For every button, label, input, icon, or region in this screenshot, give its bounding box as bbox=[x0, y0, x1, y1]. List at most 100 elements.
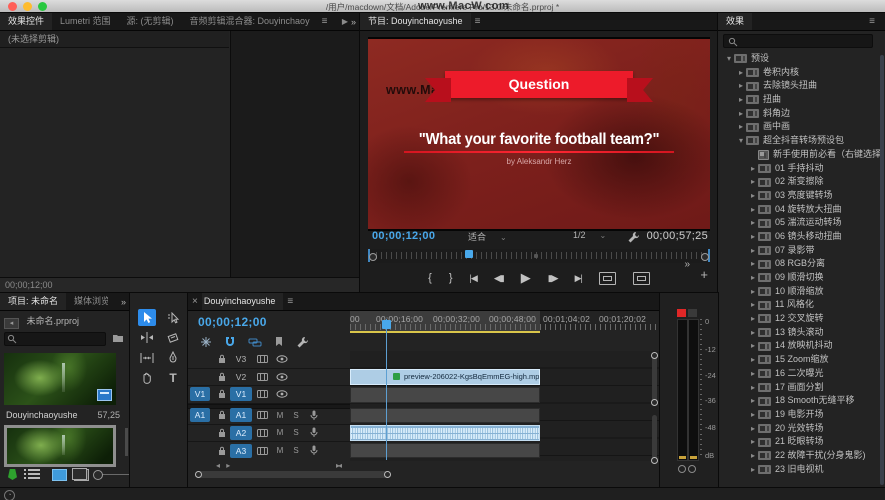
track-lock-icon[interactable] bbox=[214, 354, 230, 364]
track-lock-icon[interactable] bbox=[214, 389, 230, 399]
toggle-track-output-eye-icon[interactable] bbox=[272, 390, 292, 398]
twirl-arrow-icon[interactable] bbox=[748, 381, 758, 395]
go-to-in-button[interactable]: |◀ bbox=[470, 268, 477, 288]
effects-tree-item[interactable]: 04 旋转放大扭曲 bbox=[718, 203, 880, 217]
effects-tree-item[interactable]: 新手使用前必看（右键选择） bbox=[718, 148, 880, 162]
twirl-arrow-icon[interactable] bbox=[748, 244, 758, 258]
clip-v1[interactable] bbox=[350, 387, 540, 403]
video-track-header[interactable]: V1 V1 bbox=[188, 386, 350, 404]
program-scrubber[interactable] bbox=[368, 249, 710, 263]
effects-tree-item[interactable]: 17 画面分割 bbox=[718, 381, 880, 395]
step-back-button[interactable]: ◀▮ bbox=[494, 268, 504, 288]
twirl-arrow-icon[interactable] bbox=[748, 353, 758, 367]
slip-tool[interactable] bbox=[138, 349, 156, 366]
twirl-arrow-icon[interactable] bbox=[748, 189, 758, 203]
video-tracks-scrollbar[interactable] bbox=[652, 353, 657, 405]
effects-tree-item[interactable]: 19 电影开场 bbox=[718, 408, 880, 422]
source-patch-badge[interactable]: V1 bbox=[190, 387, 210, 401]
source-patch-badge[interactable] bbox=[190, 426, 210, 440]
effects-tree-item[interactable]: 01 手持抖动 bbox=[718, 162, 880, 176]
twirl-arrow-icon[interactable] bbox=[736, 66, 746, 80]
folder-icon[interactable] bbox=[112, 333, 124, 343]
add-button-editor[interactable]: + bbox=[700, 267, 708, 282]
list-view-icon[interactable] bbox=[28, 469, 40, 479]
playback-resolution-select[interactable]: 1/2⌄ bbox=[573, 230, 606, 240]
track-lock-icon[interactable] bbox=[214, 428, 230, 438]
clip-indicator-left[interactable] bbox=[677, 309, 686, 317]
twirl-arrow-icon[interactable] bbox=[748, 271, 758, 285]
track-lock-icon[interactable] bbox=[214, 372, 230, 382]
sync-lock-icon[interactable] bbox=[252, 355, 272, 363]
step-forward-button[interactable]: ▮▶ bbox=[548, 268, 558, 288]
twirl-arrow-icon[interactable] bbox=[748, 449, 758, 463]
twirl-arrow-icon[interactable] bbox=[748, 367, 758, 381]
pen-tool[interactable] bbox=[164, 349, 182, 366]
audio-clip-waveform[interactable] bbox=[350, 425, 540, 441]
meter-option-dot[interactable] bbox=[678, 465, 686, 473]
source-patch-badge[interactable] bbox=[190, 370, 210, 384]
timeline-timecode[interactable]: 00;00;12;00 bbox=[198, 315, 267, 329]
scrubber-right-knob[interactable] bbox=[701, 253, 709, 261]
mute-track-button[interactable]: M bbox=[272, 446, 288, 455]
timeline-settings-wrench-icon[interactable] bbox=[296, 336, 309, 349]
effects-tree-item[interactable]: 去除镜头扭曲 bbox=[718, 79, 880, 93]
effects-tree-item[interactable]: 12 交叉旋转 bbox=[718, 312, 880, 326]
effects-tree-item[interactable]: 02 渐变擦除 bbox=[718, 175, 880, 189]
effects-tree-item[interactable]: 20 光效转场 bbox=[718, 422, 880, 436]
toggle-track-output-eye-icon[interactable] bbox=[272, 355, 292, 363]
track-target-badge[interactable]: A2 bbox=[230, 426, 252, 440]
effects-tree-item[interactable]: 22 故障干扰(分身鬼影) bbox=[718, 449, 880, 463]
twirl-arrow-icon[interactable] bbox=[748, 298, 758, 312]
panel-tab[interactable]: 媒体浏览器 bbox=[66, 293, 108, 310]
thumbnail-zoom-slider[interactable] bbox=[95, 474, 129, 475]
transport-overflow-chevron[interactable]: » bbox=[684, 259, 690, 270]
twirl-arrow-icon[interactable] bbox=[736, 134, 746, 148]
project-search-input[interactable] bbox=[4, 332, 106, 346]
program-playhead[interactable] bbox=[465, 250, 473, 258]
twirl-arrow-icon[interactable] bbox=[748, 230, 758, 244]
effects-tree-item[interactable]: 超全抖音转场预设包 bbox=[718, 134, 880, 148]
effects-tree-item[interactable]: 15 Zoom缩放 bbox=[718, 353, 880, 367]
tab-overflow-chevron[interactable]: » bbox=[121, 297, 130, 307]
panel-tab[interactable]: 项目: 未命名 bbox=[0, 293, 66, 310]
project-scrollbar[interactable] bbox=[125, 428, 128, 456]
insert-nest-icon[interactable] bbox=[200, 336, 212, 348]
twirl-arrow-icon[interactable] bbox=[748, 216, 758, 230]
mark-in-button[interactable]: { bbox=[428, 268, 432, 288]
twirl-arrow-icon[interactable] bbox=[748, 339, 758, 353]
panel-menu-icon[interactable]: ≡ bbox=[283, 296, 297, 307]
tab-sequence[interactable]: Douyinchaoyushe bbox=[202, 293, 284, 310]
twirl-arrow-icon[interactable] bbox=[736, 107, 746, 121]
track-target-badge[interactable]: V2 bbox=[230, 370, 252, 384]
fit-sequence-icon[interactable]: ▸◂ bbox=[336, 461, 340, 470]
settings-wrench-icon[interactable] bbox=[627, 231, 640, 244]
play-button[interactable]: ▶ bbox=[521, 268, 531, 288]
video-clip[interactable]: preview-206022-KgsBqEmmEG-high.mp4 [V] bbox=[350, 369, 540, 385]
panel-tab[interactable]: 音频剪辑混合器: Douyinchaoy bbox=[182, 13, 318, 30]
solo-track-button[interactable]: S bbox=[288, 428, 304, 437]
source-patch-badge[interactable] bbox=[190, 444, 210, 458]
track-target-badge[interactable]: V1 bbox=[230, 387, 252, 401]
sync-lock-icon[interactable] bbox=[252, 411, 272, 419]
twirl-arrow-icon[interactable] bbox=[748, 257, 758, 271]
twirl-arrow-icon[interactable] bbox=[748, 326, 758, 340]
effects-tree-item[interactable]: 21 眨眼转场 bbox=[718, 435, 880, 449]
twirl-arrow-icon[interactable] bbox=[736, 120, 746, 134]
zoom-level-select[interactable]: 适合⌄ bbox=[468, 230, 507, 243]
effects-scrollbar[interactable] bbox=[880, 55, 884, 485]
video-track-header[interactable]: V3 bbox=[188, 351, 350, 369]
twirl-arrow-icon[interactable] bbox=[748, 162, 758, 176]
clip-thumbnail-selected[interactable] bbox=[4, 425, 116, 467]
effects-tree-item[interactable]: 11 风格化 bbox=[718, 298, 880, 312]
timeline-ruler[interactable]: 0000;00;16;0000;00;32;0000;00;48;0000;01… bbox=[350, 311, 660, 333]
twirl-arrow-icon[interactable] bbox=[748, 435, 758, 449]
go-to-out-button[interactable]: ▶| bbox=[575, 268, 582, 288]
sync-lock-icon[interactable] bbox=[252, 429, 272, 437]
timeline-horizontal-scrollbar[interactable] bbox=[195, 471, 391, 478]
sync-lock-icon[interactable] bbox=[252, 390, 272, 398]
track-target-badge[interactable]: A1 bbox=[230, 408, 252, 422]
audio-track-header[interactable]: A2 M S bbox=[188, 425, 350, 443]
close-tab-icon[interactable]: × bbox=[188, 296, 202, 307]
audio-tracks-scrollbar[interactable] bbox=[652, 415, 657, 463]
razor-tool[interactable] bbox=[164, 329, 182, 346]
